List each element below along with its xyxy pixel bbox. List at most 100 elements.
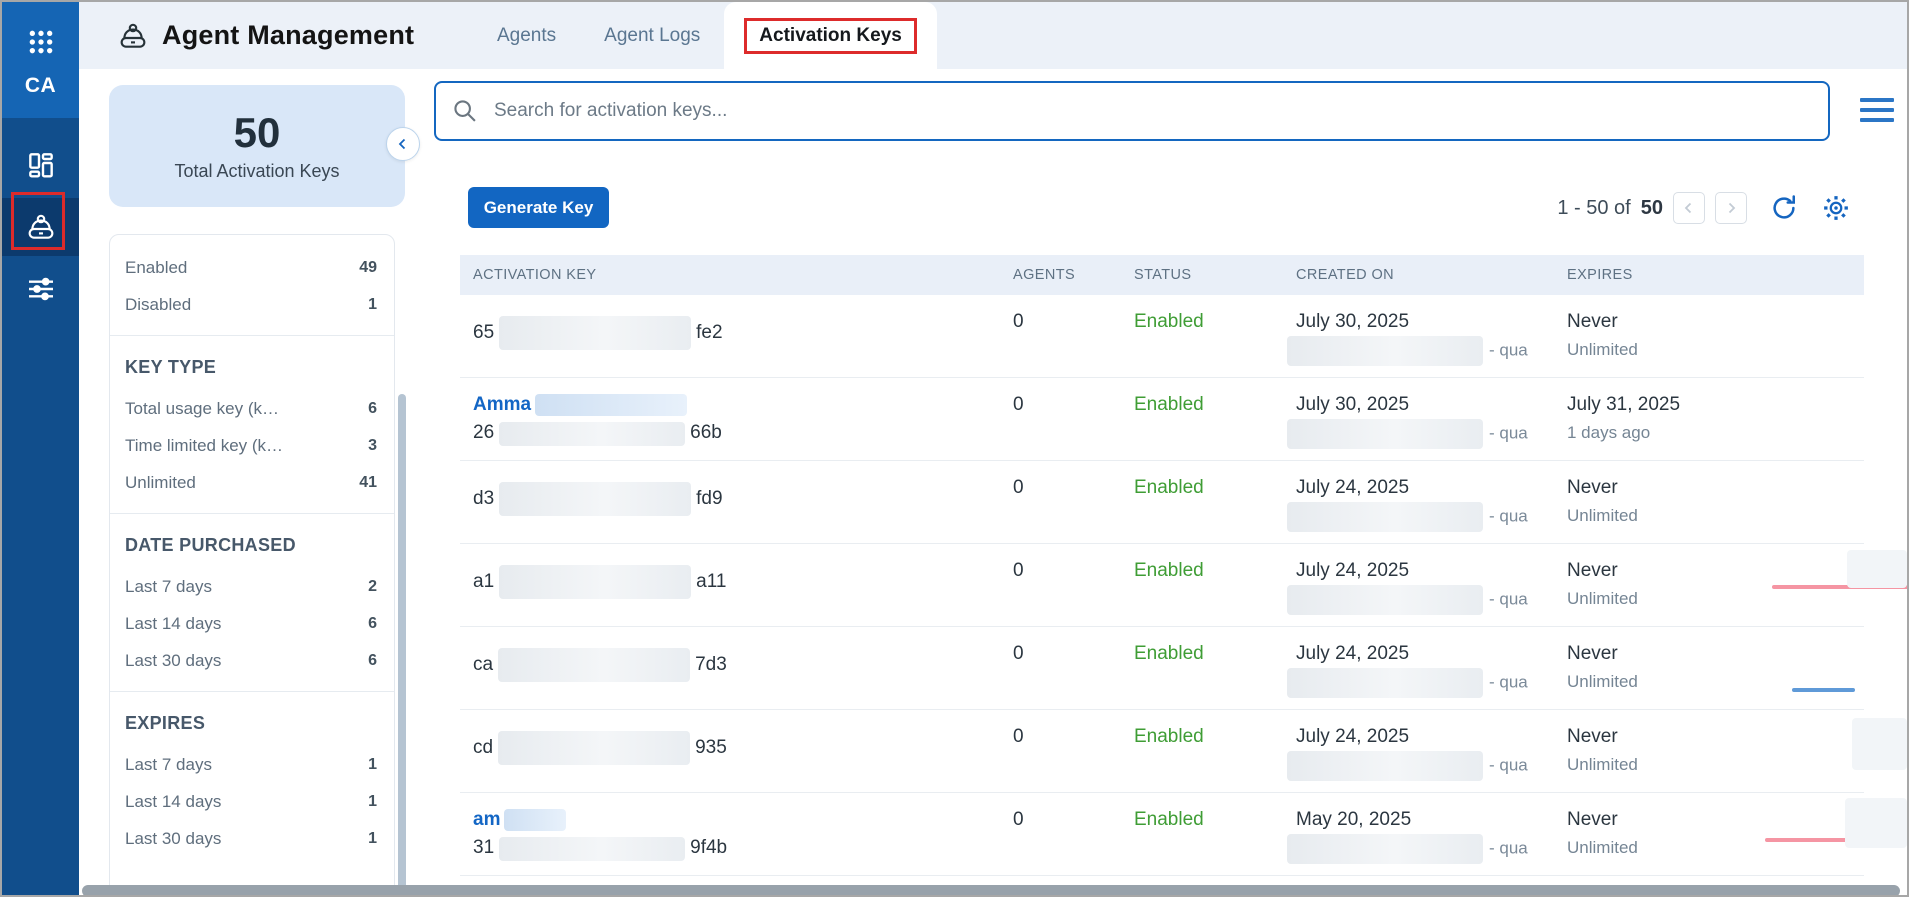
key-suffix: 935 — [695, 737, 727, 758]
activation-key-link[interactable]: am — [473, 809, 500, 830]
created-sub-line: - qua — [1296, 834, 1554, 864]
cell-status: Enabled — [1121, 710, 1283, 792]
sidebar-item-agent-management[interactable] — [2, 198, 79, 256]
created-sub-line: - qua — [1296, 751, 1554, 781]
created-sub-text: - qua — [1489, 506, 1528, 525]
filter-item[interactable]: Last 30 days1 — [125, 820, 377, 857]
filter-item-label: Unlimited — [125, 473, 196, 493]
chevron-left-icon — [394, 135, 412, 153]
table-row[interactable]: Amma2666b0EnabledJuly 30, 2025- quaJuly … — [460, 378, 1864, 461]
filter-item[interactable]: Enabled49 — [125, 249, 377, 286]
tab-activation-keys[interactable]: Activation Keys — [724, 2, 937, 69]
status-badge: Enabled — [1134, 560, 1204, 581]
expires-date: Never — [1567, 474, 1864, 502]
created-date: May 20, 2025 — [1296, 806, 1554, 834]
cell-created-on: July 24, 2025- qua — [1283, 461, 1554, 543]
created-sub-line: - qua — [1296, 502, 1554, 532]
annotation-line-blue — [1792, 688, 1855, 692]
created-sub-text: - qua — [1489, 672, 1528, 691]
filter-item[interactable]: Time limited key (k…3 — [125, 427, 377, 464]
key-suffix: 66b — [690, 422, 722, 443]
search-input[interactable] — [434, 81, 1830, 141]
divider — [110, 335, 394, 336]
key-value-line: d3fd9 — [473, 482, 1000, 516]
brand-label: CA — [25, 74, 56, 98]
table-row[interactable]: 65fe20EnabledJuly 30, 2025- quaNeverUnli… — [460, 295, 1864, 378]
filter-scrollbar[interactable] — [398, 394, 406, 897]
redaction-blur — [499, 837, 685, 861]
cell-agents: 0 — [1000, 295, 1121, 377]
table-header: ACTIVATION KEY AGENTS STATUS CREATED ON … — [460, 255, 1864, 295]
topbar: Agent Management Agents Agent Logs Activ… — [79, 2, 1907, 69]
divider — [110, 513, 394, 514]
sidebar-item-filter-settings[interactable] — [2, 260, 79, 318]
expires-sub-text: Unlimited — [1567, 502, 1864, 530]
table-row[interactable]: d3fd90EnabledJuly 24, 2025- quaNeverUnli… — [460, 461, 1864, 544]
redaction-blur — [1287, 585, 1483, 615]
redaction-blur — [1287, 668, 1483, 698]
key-value-line: a1a11 — [473, 565, 1000, 599]
redaction-blur — [1287, 419, 1483, 449]
cell-activation-key: 65fe2 — [460, 295, 1000, 377]
tab-agents[interactable]: Agents — [473, 2, 580, 69]
table-row[interactable]: ca7d30EnabledJuly 24, 2025- quaNeverUnli… — [460, 627, 1864, 710]
filter-item[interactable]: Last 7 days1 — [125, 746, 377, 783]
tab-agent-logs[interactable]: Agent Logs — [580, 2, 724, 69]
sidebar-item-dashboard[interactable] — [2, 136, 79, 194]
created-sub-text: - qua — [1489, 838, 1528, 857]
table-row[interactable]: cd9350EnabledJuly 24, 2025- quaNeverUnli… — [460, 710, 1864, 793]
filter-item[interactable]: Unlimited41 — [125, 464, 377, 501]
cell-expires: NeverUnlimited — [1554, 710, 1864, 792]
created-sub-line: - qua — [1296, 419, 1554, 449]
refresh-button[interactable] — [1769, 193, 1799, 223]
column-header-created-on[interactable]: CREATED ON — [1283, 267, 1554, 283]
redaction-blur — [498, 648, 690, 682]
expires-date: Never — [1567, 557, 1864, 585]
cell-created-on: July 24, 2025- qua — [1283, 627, 1554, 709]
filter-item-count: 1 — [368, 793, 377, 811]
tab-label: Agent Logs — [604, 25, 700, 47]
next-page-button[interactable] — [1715, 192, 1747, 224]
generate-key-button[interactable]: Generate Key — [468, 187, 609, 228]
expires-date: Never — [1567, 308, 1864, 336]
chevron-left-icon — [1680, 199, 1698, 217]
filter-item[interactable]: Disabled1 — [125, 286, 377, 323]
filter-item[interactable]: Last 14 days1 — [125, 783, 377, 820]
filter-item-label: Last 14 days — [125, 614, 221, 634]
prev-page-button[interactable] — [1673, 192, 1705, 224]
redaction-blur — [1847, 550, 1907, 588]
menu-icon[interactable] — [1860, 98, 1894, 122]
created-sub-text: - qua — [1489, 589, 1528, 608]
cell-expires: NeverUnlimited — [1554, 295, 1864, 377]
table-row[interactable]: am319f4b0EnabledMay 20, 2025- quaNeverUn… — [460, 793, 1864, 876]
key-value-line: 2666b — [473, 419, 1000, 447]
cell-activation-key: am319f4b — [460, 793, 1000, 875]
key-prefix: d3 — [473, 488, 494, 509]
filter-item-count: 3 — [368, 437, 377, 455]
column-header-status[interactable]: STATUS — [1121, 267, 1283, 283]
filter-item-count: 6 — [368, 400, 377, 418]
filter-item[interactable]: Total usage key (k… 6 — [125, 390, 377, 427]
settings-button[interactable] — [1821, 193, 1851, 223]
gear-icon — [1821, 193, 1851, 223]
redaction-blur — [499, 422, 685, 446]
annotation-box-tab: Activation Keys — [744, 18, 917, 54]
collapse-panel-button[interactable] — [386, 127, 420, 161]
filter-item-label: Last 30 days — [125, 829, 221, 849]
filter-item[interactable]: Last 7 days2 — [125, 568, 377, 605]
horizontal-scrollbar[interactable] — [82, 885, 1900, 897]
activation-key-link[interactable]: Amma — [473, 394, 531, 415]
key-suffix: 9f4b — [690, 837, 727, 858]
waffle-menu-icon[interactable] — [2, 22, 79, 62]
filter-item[interactable]: Last 30 days6 — [125, 642, 377, 679]
filter-item-label: Total usage key (k… — [125, 399, 279, 419]
filter-item[interactable]: Last 14 days6 — [125, 605, 377, 642]
column-header-activation-key[interactable]: ACTIVATION KEY — [460, 267, 1000, 283]
key-prefix: ca — [473, 654, 493, 675]
status-badge: Enabled — [1134, 643, 1204, 664]
cell-status: Enabled — [1121, 627, 1283, 709]
table-row[interactable]: a1a110EnabledJuly 24, 2025- quaNeverUnli… — [460, 544, 1864, 627]
column-header-expires[interactable]: EXPIRES — [1554, 267, 1864, 283]
column-header-agents[interactable]: AGENTS — [1000, 267, 1121, 283]
redaction-blur — [504, 809, 566, 831]
